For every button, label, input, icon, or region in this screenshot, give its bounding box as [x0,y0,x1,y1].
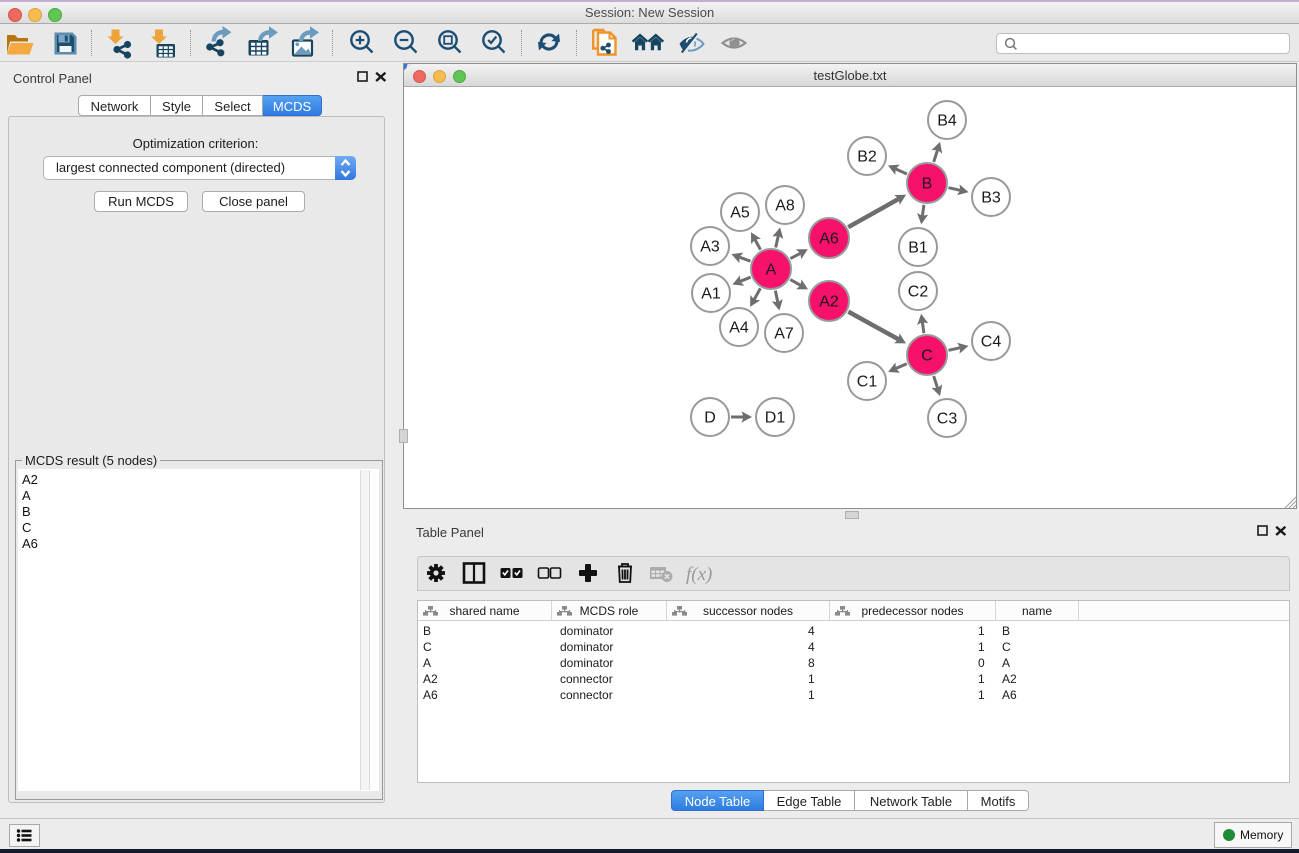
svg-text:f(x): f(x) [686,564,712,585]
svg-text:D: D [704,410,716,427]
svg-text:B1: B1 [908,240,928,257]
svg-text:A1: A1 [701,286,721,303]
svg-text:A: A [766,262,777,279]
svg-text:B3: B3 [981,190,1001,207]
svg-text:C1: C1 [857,374,878,391]
svg-text:D1: D1 [765,410,786,427]
svg-text:C3: C3 [937,411,958,428]
svg-text:A5: A5 [730,205,750,222]
svg-text:A2: A2 [819,294,839,311]
svg-text:B: B [922,176,933,193]
svg-text:A4: A4 [729,320,749,337]
svg-text:A7: A7 [774,326,794,343]
svg-text:A3: A3 [700,239,720,256]
svg-text:A6: A6 [819,231,839,248]
svg-text:C2: C2 [908,284,929,301]
svg-text:C: C [921,348,933,365]
svg-text:B2: B2 [857,149,877,166]
svg-text:B4: B4 [937,113,957,130]
svg-text:A8: A8 [775,198,795,215]
svg-text:C4: C4 [981,334,1002,351]
